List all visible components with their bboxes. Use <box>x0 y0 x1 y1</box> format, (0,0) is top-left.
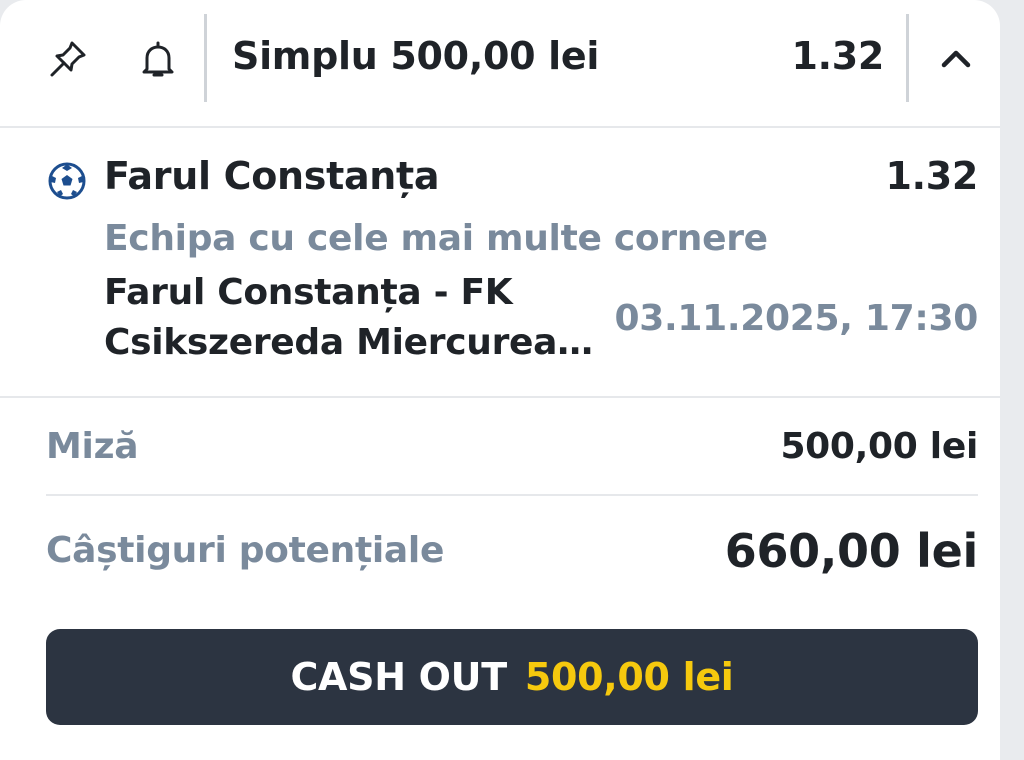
header-divider <box>906 14 909 102</box>
total-odds: 1.32 <box>791 34 884 78</box>
soccer-ball-icon <box>48 162 86 200</box>
cash-out-button[interactable]: CASH OUT 500,00 lei <box>46 629 978 725</box>
event-datetime: 03.11.2025, 17:30 <box>614 298 979 339</box>
selection-row: Farul Constanța 1.32 Echipa cu cele mai … <box>0 128 1000 398</box>
bet-card: Simplu 500,00 lei 1.32 Farul Constanța 1… <box>0 0 1000 760</box>
selection-odds: 1.32 <box>885 154 978 198</box>
divider <box>46 494 978 496</box>
stake-label: Miză <box>46 426 139 467</box>
stake-value: 500,00 lei <box>780 426 978 467</box>
event-name[interactable]: Farul Constanța - FK Csikszereda Miercur… <box>104 268 624 368</box>
selection-team: Farul Constanța <box>104 154 440 198</box>
pin-icon[interactable] <box>47 38 89 80</box>
bet-title: Simplu 500,00 lei <box>232 34 600 78</box>
bet-header[interactable]: Simplu 500,00 lei 1.32 <box>0 0 1000 128</box>
cash-out-label: CASH OUT <box>290 655 507 699</box>
cash-out-amount: 500,00 lei <box>524 655 734 699</box>
potential-winnings-label: Câștiguri potențiale <box>46 530 445 571</box>
header-divider <box>204 14 207 102</box>
potential-winnings-value: 660,00 lei <box>724 524 979 578</box>
chevron-up-icon[interactable] <box>934 42 978 76</box>
bell-icon[interactable] <box>137 38 179 80</box>
market-name: Echipa cu cele mai multe cornere <box>104 218 768 259</box>
